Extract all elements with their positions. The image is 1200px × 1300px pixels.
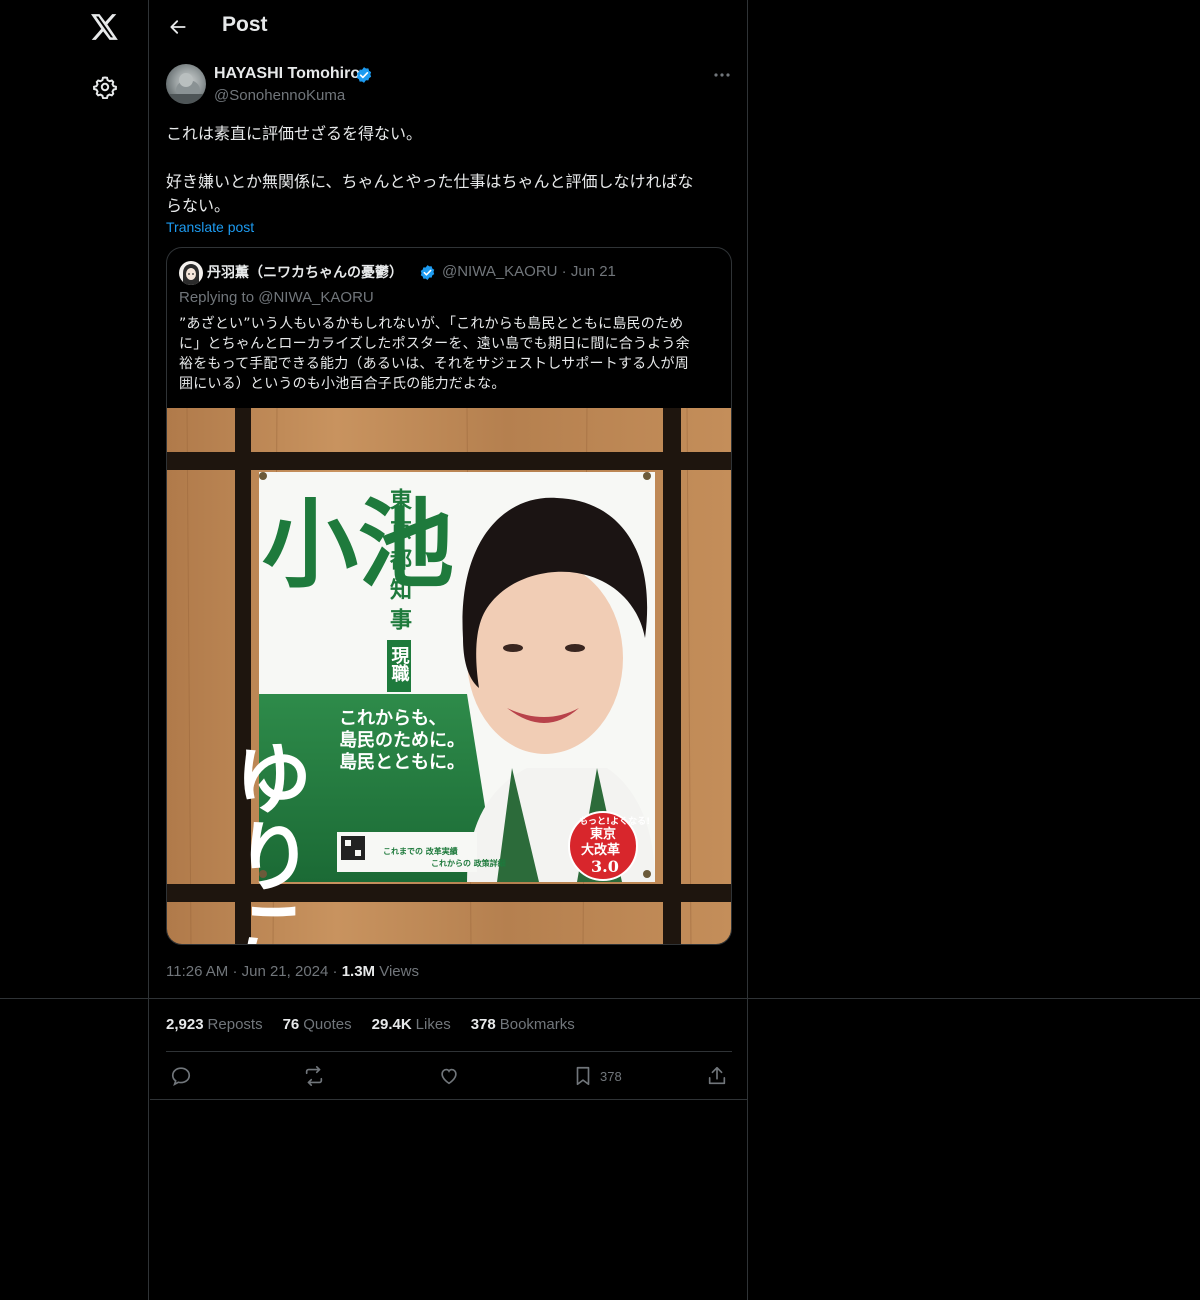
poster-incumbent-badge: 現職 — [389, 646, 410, 683]
reply-icon[interactable] — [170, 1064, 192, 1088]
translate-post-link[interactable]: Translate post — [166, 219, 254, 235]
quote-text-line: 裕をもって手配できる能力（あるいは、それをサジェストしサポートする人が周 — [179, 356, 689, 372]
poster-footer-2: これからの 政策詳細 — [431, 858, 506, 868]
gear-icon[interactable] — [86, 68, 124, 106]
bookmark-count: 378 — [600, 1068, 622, 1084]
tweet-text-line: これは素直に評価せざるを得ない。 — [166, 124, 423, 143]
quotes-stat[interactable]: 76 Quotes — [283, 1016, 352, 1033]
verified-badge-icon — [419, 264, 436, 281]
page-title: Post — [222, 13, 268, 36]
poster-seal-top: もっと!よくなる! — [579, 816, 650, 827]
poster-name-kanji: 小池 — [262, 488, 454, 601]
avatar[interactable] — [166, 64, 206, 104]
tweet-text-line: らない。 — [166, 196, 231, 215]
more-dots-icon[interactable] — [710, 66, 734, 84]
quote-text-line: ”あざとい”いう人もいるかもしれないが、「これからも島民とともに島民のため — [179, 316, 684, 332]
likes-stat[interactable]: 29.4K Likes — [372, 1016, 451, 1033]
quote-avatar — [179, 261, 203, 285]
post-time[interactable]: 11:26 AM — [166, 963, 228, 980]
share-icon[interactable] — [706, 1064, 728, 1088]
back-arrow-icon[interactable] — [162, 11, 194, 43]
repost-icon[interactable] — [303, 1064, 325, 1088]
quote-author-name: 丹羽薫（ニワカちゃんの憂鬱） — [207, 265, 403, 281]
bookmarks-stat[interactable]: 378 Bookmarks — [471, 1016, 575, 1033]
separator: · — [232, 963, 238, 980]
quote-author-handle: @NIWA_KAORU · Jun 21 — [442, 263, 616, 280]
poster-slogan-3: 島民とともに。 — [339, 751, 465, 773]
author-name[interactable]: HAYASHI Tomohiro — [214, 65, 360, 83]
post-timestamp: 11:26 AM · Jun 21, 2024 · 1.3M Views — [166, 963, 419, 980]
poster-seal-mid-1: 東京 — [590, 826, 616, 842]
poster-name-kana: ゆりこ — [222, 738, 313, 945]
views-count: 1.3M — [341, 963, 376, 980]
bookmark-icon[interactable]: 378 — [572, 1064, 622, 1088]
x-logo-icon[interactable] — [86, 8, 124, 46]
author-handle[interactable]: @SonohennoKuma — [214, 87, 345, 104]
poster-seal-num: 3.0 — [591, 857, 619, 876]
poster-seal-mid-2: 大改革 — [581, 842, 620, 858]
quoted-post-card[interactable]: 丹羽薫（ニワカちゃんの憂鬱） @NIWA_KAORU · Jun 21 Repl… — [166, 247, 732, 945]
quote-text-line: 囲にいる）というのも小池百合子氏の能力だよな。 — [179, 376, 506, 392]
engagement-stats: 2,923 Reposts 76 Quotes 29.4K Likes 378 Book… — [166, 1016, 575, 1033]
views-label: Views — [379, 963, 419, 980]
quote-text-line: に」とちゃんとローカライズしたポスターを、遠い島でも期日に間に合うよう余 — [179, 336, 690, 352]
poster-footer-1: これまでの 改革実績 — [383, 846, 458, 856]
like-icon[interactable] — [438, 1064, 460, 1088]
post-date[interactable]: Jun 21, 2024 — [242, 963, 329, 980]
reposts-stat[interactable]: 2,923 Reposts — [166, 1016, 263, 1033]
verified-badge-icon — [355, 66, 373, 84]
main-column: Post HAYASHI Tomohiro @SonohennoKuma これは… — [150, 0, 748, 1300]
divider — [150, 1099, 748, 1100]
left-navigation — [0, 0, 149, 1300]
poster-slogan-1: これからも、 — [339, 708, 446, 729]
campaign-poster-image[interactable]: 小池 ゆりこ 東京都知事 現職 これからも、 島民のために。 島民とともに。 こ… — [167, 408, 732, 945]
page-header: Post — [150, 0, 748, 54]
separator: · — [332, 963, 338, 980]
action-bar: 378 — [166, 1060, 732, 1092]
tweet-text-line: 好き嫌いとか無関係に、ちゃんとやった仕事はちゃんと評価しなければな — [166, 172, 694, 191]
poster-title-vertical: 東京都知事 — [386, 488, 413, 638]
divider — [166, 1051, 732, 1052]
replying-to: Replying to @NIWA_KAORU — [179, 289, 374, 306]
divider — [0, 998, 1200, 999]
poster-slogan-2: 島民のために。 — [339, 729, 465, 751]
